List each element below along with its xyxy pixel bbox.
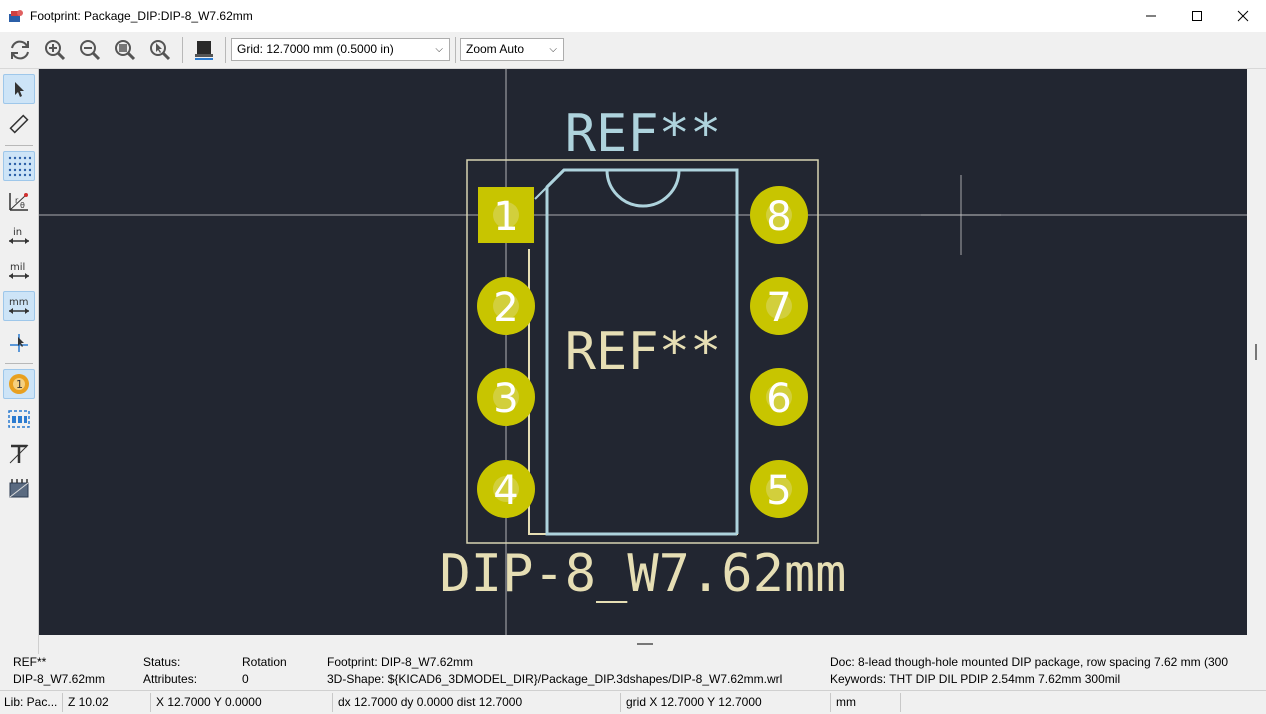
- vertical-scrollbar[interactable]: [1247, 69, 1266, 635]
- pad-number-button[interactable]: 1: [3, 369, 35, 399]
- footprint-drawing: 1 2 3 4 5 6 7 8 REF** REF** DIP-8_W7.62m…: [39, 69, 1247, 635]
- cursor-cross-icon: [10, 334, 28, 352]
- svg-text:θ: θ: [20, 201, 25, 210]
- select-icon: [15, 82, 24, 97]
- pad-number-3: 3: [493, 376, 518, 422]
- cursor-cross-button[interactable]: [3, 328, 35, 358]
- zoom-out-button[interactable]: [75, 35, 105, 65]
- msg-footprint: Footprint: DIP-8_W7.62mm: [327, 655, 474, 669]
- minimize-button[interactable]: [1128, 0, 1174, 32]
- maximize-icon: [1192, 11, 1202, 21]
- status-lib: Lib: Pac...: [4, 695, 58, 709]
- status-grid: grid X 12.7000 Y 12.7000: [626, 695, 762, 709]
- close-button[interactable]: [1220, 0, 1266, 32]
- mm-units-button[interactable]: mm: [3, 291, 35, 321]
- msg-attributes-label: Attributes:: [143, 672, 198, 686]
- window-title: Footprint: Package_DIP:DIP-8_W7.62mm: [30, 9, 253, 23]
- pad-number-4: 4: [493, 468, 518, 514]
- scroll-grip[interactable]: [1255, 344, 1257, 360]
- zoom-in-icon: [45, 40, 66, 61]
- pad-number-7: 7: [766, 285, 791, 331]
- zoom-in-button[interactable]: [40, 35, 70, 65]
- panel-splitter[interactable]: [39, 635, 1266, 653]
- mm-units-icon: mm: [9, 297, 29, 314]
- pad-number-2: 2: [493, 285, 518, 331]
- toolbar-separator: [182, 37, 183, 63]
- value-text[interactable]: DIP-8_W7.62mm: [440, 544, 847, 604]
- msg-doc: Doc: 8-lead though-hole mounted DIP pack…: [830, 655, 1229, 669]
- chevron-down-icon: ⌵: [549, 44, 557, 55]
- zoom-to-objects-button[interactable]: [145, 35, 175, 65]
- fab-notch: [605, 169, 681, 208]
- inch-units-icon: in: [9, 227, 29, 244]
- pad-number-1: 1: [493, 194, 518, 240]
- svg-text:r: r: [15, 196, 19, 205]
- msg-rotation-value: 0: [242, 672, 249, 686]
- grid-select[interactable]: Grid: 12.7000 mm (0.5000 in) ⌵: [231, 38, 450, 61]
- mil-units-icon: mil: [9, 262, 29, 279]
- message-panel: REF** DIP-8_W7.62mm Status: Attributes: …: [0, 654, 1266, 690]
- top-toolbar: Grid: 12.7000 mm (0.5000 in) ⌵ Zoom Auto…: [0, 32, 1266, 69]
- reference-silk-text[interactable]: REF**: [565, 104, 722, 164]
- select-tool-button[interactable]: [3, 74, 35, 104]
- measure-tool-button[interactable]: [3, 109, 35, 139]
- msg-ref: REF**: [13, 655, 47, 669]
- text-outline-button[interactable]: [3, 439, 35, 469]
- msg-3d-shape: 3D-Shape: ${KICAD6_3DMODEL_DIR}/Package_…: [327, 672, 783, 686]
- zoom-fit-icon: [115, 40, 136, 61]
- 3d-box-icon: [9, 479, 29, 498]
- 3d-viewer-button[interactable]: [189, 35, 219, 65]
- status-zoom: Z 10.02: [68, 695, 109, 709]
- measure-icon: [9, 114, 29, 134]
- status-delta: dx 12.7000 dy 0.0000 dist 12.7000: [338, 695, 523, 709]
- status-coordinates: X 12.7000 Y 0.0000: [156, 695, 262, 709]
- pad-number-6: 6: [766, 376, 791, 422]
- toolbar-separator: [225, 37, 226, 63]
- graphic-fill-icon: [8, 410, 30, 428]
- pad-number-8: 8: [766, 194, 791, 240]
- svg-text:mm: mm: [9, 297, 28, 308]
- msg-rotation-label: Rotation: [242, 655, 287, 669]
- maximize-button[interactable]: [1174, 0, 1220, 32]
- close-icon: [1237, 10, 1249, 22]
- mil-units-button[interactable]: mil: [3, 256, 35, 286]
- status-units: mm: [836, 695, 856, 709]
- reference-fab-text[interactable]: REF**: [565, 322, 722, 382]
- status-bar: Lib: Pac... Z 10.02 X 12.7000 Y 0.0000 d…: [0, 690, 1266, 714]
- text-outline-icon: [9, 444, 29, 464]
- msg-status-label: Status:: [143, 655, 181, 669]
- pad-number-5: 5: [766, 468, 791, 514]
- grid-toggle-button[interactable]: [3, 151, 35, 181]
- graphic-fill-button[interactable]: [3, 404, 35, 434]
- footprint-canvas[interactable]: 1 2 3 4 5 6 7 8 REF** REF** DIP-8_W7.62m…: [39, 69, 1247, 635]
- pad-number-icon: 1: [9, 374, 29, 394]
- zoom-select[interactable]: Zoom Auto ⌵: [460, 38, 564, 61]
- polar-coords-button[interactable]: r θ: [3, 186, 35, 216]
- msg-keywords: Keywords: THT DIP DIL PDIP 2.54mm 7.62mm…: [830, 672, 1121, 686]
- zoom-select-value: Zoom Auto: [466, 42, 525, 56]
- 3d-box-button[interactable]: [3, 474, 35, 504]
- zoom-fit-button[interactable]: [110, 35, 140, 65]
- msg-name: DIP-8_W7.62mm: [13, 672, 106, 686]
- title-bar: Footprint: Package_DIP:DIP-8_W7.62mm: [0, 0, 1266, 32]
- svg-text:1: 1: [16, 378, 23, 391]
- chevron-down-icon: ⌵: [435, 44, 443, 55]
- fab-pin1-marker: [534, 186, 548, 200]
- grid-select-value: Grid: 12.7000 mm (0.5000 in): [237, 42, 394, 56]
- refresh-button[interactable]: [5, 35, 35, 65]
- zoom-to-objects-icon: [150, 40, 171, 61]
- 3d-viewer-icon: [195, 41, 213, 60]
- splitter-grip[interactable]: [637, 643, 653, 645]
- minimize-icon: [1146, 15, 1156, 17]
- polar-coords-icon: r θ: [9, 193, 28, 211]
- kicad-footprint-icon: [9, 10, 23, 22]
- inch-units-button[interactable]: in: [3, 221, 35, 251]
- refresh-icon: [11, 40, 29, 60]
- left-toolbar: r θ in mil mm 1: [0, 69, 39, 654]
- svg-text:in: in: [13, 227, 22, 238]
- zoom-out-icon: [80, 40, 101, 61]
- toolbar-separator: [455, 37, 456, 63]
- grid-icon: [8, 156, 31, 177]
- svg-text:mil: mil: [10, 262, 25, 273]
